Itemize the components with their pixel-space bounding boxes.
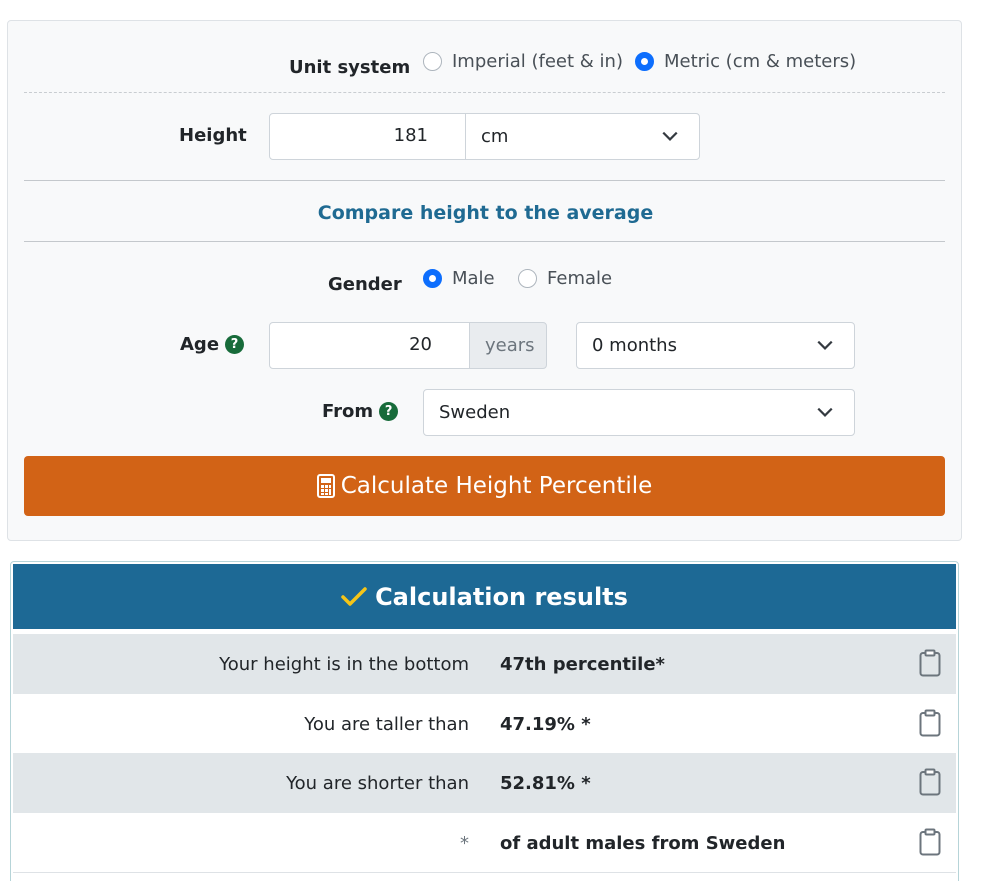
radio-metric-label: Metric (cm & meters) (664, 51, 857, 72)
radio-metric-indicator[interactable] (635, 52, 654, 71)
section-title: Compare height to the average (317, 202, 654, 224)
age-years-addon: years (469, 322, 547, 369)
chevron-down-icon (817, 407, 833, 417)
calculate-button[interactable]: Calculate Height Percentile (24, 456, 945, 516)
height-form-card: Unit system Imperial (feet & in) Metric … (7, 20, 962, 541)
age-label: Age? (180, 334, 245, 355)
result-value: 52.81% * (500, 773, 591, 794)
radio-female-indicator[interactable] (518, 269, 537, 288)
from-label: From? (322, 401, 399, 422)
divider (24, 241, 945, 242)
unit-system-label: Unit system (289, 57, 411, 78)
checkmark-icon (341, 586, 367, 606)
divider (24, 180, 945, 181)
radio-imperial[interactable]: Imperial (feet & in) (423, 51, 623, 72)
result-footnote-marker: * (460, 833, 469, 854)
country-value: Sweden (439, 402, 511, 423)
height-input[interactable]: 181 (269, 113, 466, 160)
radio-metric[interactable]: Metric (cm & meters) (635, 51, 856, 72)
divider (13, 872, 956, 873)
radio-male[interactable]: Male (423, 268, 495, 289)
chevron-down-icon (662, 131, 678, 141)
radio-male-label: Male (452, 268, 495, 289)
radio-imperial-label: Imperial (feet & in) (452, 51, 623, 72)
age-months-value: 0 months (592, 335, 677, 356)
from-label-text: From (322, 401, 374, 422)
age-months-select[interactable]: 0 months (576, 322, 855, 369)
result-label: You are taller than (304, 714, 469, 735)
height-label: Height (179, 125, 247, 146)
chevron-down-icon (817, 340, 833, 350)
result-footnote: of adult males from Sweden (500, 833, 786, 854)
height-unit-value: cm (481, 126, 509, 147)
result-row: You are shorter than 52.81% * (13, 753, 956, 813)
gender-label: Gender (328, 274, 402, 295)
result-row: Your height is in the bottom 47th percen… (13, 634, 956, 694)
help-icon[interactable]: ? (379, 402, 399, 421)
result-value: 47.19% * (500, 714, 591, 735)
age-label-text: Age (180, 334, 220, 355)
radio-imperial-indicator[interactable] (423, 52, 442, 71)
results-title: Calculation results (375, 582, 628, 611)
result-label: Your height is in the bottom (219, 654, 469, 675)
results-header: Calculation results (13, 564, 956, 629)
height-unit-select[interactable]: cm (465, 113, 700, 160)
age-years-input[interactable]: 20 (269, 322, 470, 369)
help-icon[interactable]: ? (225, 335, 245, 354)
clipboard-icon[interactable] (919, 768, 941, 796)
radio-female-label: Female (547, 268, 613, 289)
calculator-icon (316, 474, 335, 498)
clipboard-icon[interactable] (919, 709, 941, 737)
calculate-button-label: Calculate Height Percentile (340, 473, 653, 499)
clipboard-icon[interactable] (919, 828, 941, 856)
result-row: * of adult males from Sweden (13, 813, 956, 873)
divider (24, 92, 945, 93)
result-value: 47th percentile* (500, 654, 665, 675)
result-label: You are shorter than (286, 773, 469, 794)
country-select[interactable]: Sweden (423, 389, 855, 436)
result-row: You are taller than 47.19% * (13, 694, 956, 754)
clipboard-icon[interactable] (919, 649, 941, 677)
results-panel: Calculation results Your height is in th… (10, 561, 959, 881)
radio-male-indicator[interactable] (423, 269, 442, 288)
radio-female[interactable]: Female (518, 268, 612, 289)
